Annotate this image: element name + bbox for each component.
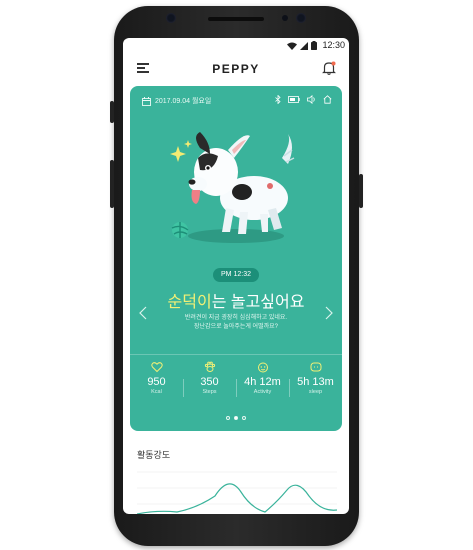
earpiece-speaker xyxy=(208,17,264,21)
chevron-right-icon[interactable] xyxy=(324,306,334,320)
stat-sleep-label: sleep xyxy=(308,389,323,395)
stat-kcal-value: 950 xyxy=(147,376,166,388)
power-button xyxy=(359,174,363,208)
stat-sleep[interactable]: 5h 13m sleep xyxy=(289,361,342,405)
signal-icon xyxy=(300,41,308,50)
card-date: 2017.09.04 월요일 xyxy=(142,96,211,106)
status-icons xyxy=(287,41,317,50)
stat-activity-label: Activity xyxy=(253,389,272,395)
pet-status-card[interactable]: 2017.09.04 월요일 PM 12:32 순덕이는 놀고싶어요 반려견이 … xyxy=(130,86,342,431)
stat-steps[interactable]: 350 Steps xyxy=(183,361,236,405)
stat-steps-value: 350 xyxy=(200,376,219,388)
sleep-icon xyxy=(310,362,321,372)
app-title: PEPPY xyxy=(212,62,260,76)
page-dot[interactable] xyxy=(226,416,230,420)
pet-mood-text: 는 놀고싶어요 xyxy=(211,294,305,311)
stat-kcal-label: Kcal xyxy=(151,389,162,395)
page-dot[interactable] xyxy=(242,416,246,420)
volume-up-button xyxy=(110,101,114,123)
paw-icon xyxy=(204,361,215,372)
pet-mood-headline: 순덕이는 놀고싶어요 xyxy=(130,288,342,312)
device-status-icons xyxy=(275,95,332,104)
activity-intensity-graph xyxy=(137,471,337,514)
dog-illustration xyxy=(170,132,295,243)
calendar-icon xyxy=(142,96,151,106)
sound-icon xyxy=(307,95,315,104)
card-date-text: 2017.09.04 월요일 xyxy=(155,98,212,105)
home-icon[interactable] xyxy=(323,95,332,104)
chevron-left-icon[interactable] xyxy=(138,306,148,320)
battery-level-icon xyxy=(288,96,300,103)
pet-mood-description: 반려견이 지금 굉장히 심심해하고 있네요. 장난감으로 놀아주는게 어떨까요? xyxy=(160,314,312,332)
proximity-sensor xyxy=(282,15,288,21)
stats-row: 950 Kcal 350 Steps 4h 12m Activity 5h 13… xyxy=(130,361,342,405)
pet-name: 순덕이 xyxy=(167,294,212,311)
battery-icon xyxy=(311,41,317,50)
page-indicator xyxy=(130,416,342,420)
phone-screen: 12:30 PEPPY 2017.09.04 월요일 PM 12:32 순덕이는… xyxy=(123,38,349,514)
time-pill: PM 12:32 xyxy=(213,268,259,282)
heart-icon xyxy=(150,362,163,373)
stat-kcal[interactable]: 950 Kcal xyxy=(130,361,183,405)
iris-scanner xyxy=(166,13,176,23)
notification-bell-icon[interactable] xyxy=(321,60,337,76)
activity-intensity-title: 활동강도 xyxy=(137,450,171,460)
status-bar: 12:30 xyxy=(123,38,349,54)
volume-down-button xyxy=(110,160,114,208)
stat-activity[interactable]: 4h 12m Activity xyxy=(236,361,289,405)
app-header: PEPPY xyxy=(123,56,349,82)
front-camera xyxy=(296,13,306,23)
stat-sleep-value: 5h 13m xyxy=(297,376,334,388)
wifi-icon xyxy=(287,42,297,50)
card-divider xyxy=(130,354,342,355)
description-line-1: 반려견이 지금 굉장히 심심해하고 있네요. xyxy=(184,315,288,321)
page-dot[interactable] xyxy=(234,416,238,420)
activity-graph-line xyxy=(137,483,337,514)
face-icon xyxy=(257,362,268,373)
stat-activity-value: 4h 12m xyxy=(244,376,281,388)
description-line-2: 장난감으로 놀아주는게 어떨까요? xyxy=(194,324,278,330)
stat-steps-label: Steps xyxy=(202,389,217,395)
bluetooth-icon xyxy=(275,95,281,104)
status-time: 12:30 xyxy=(322,40,345,50)
